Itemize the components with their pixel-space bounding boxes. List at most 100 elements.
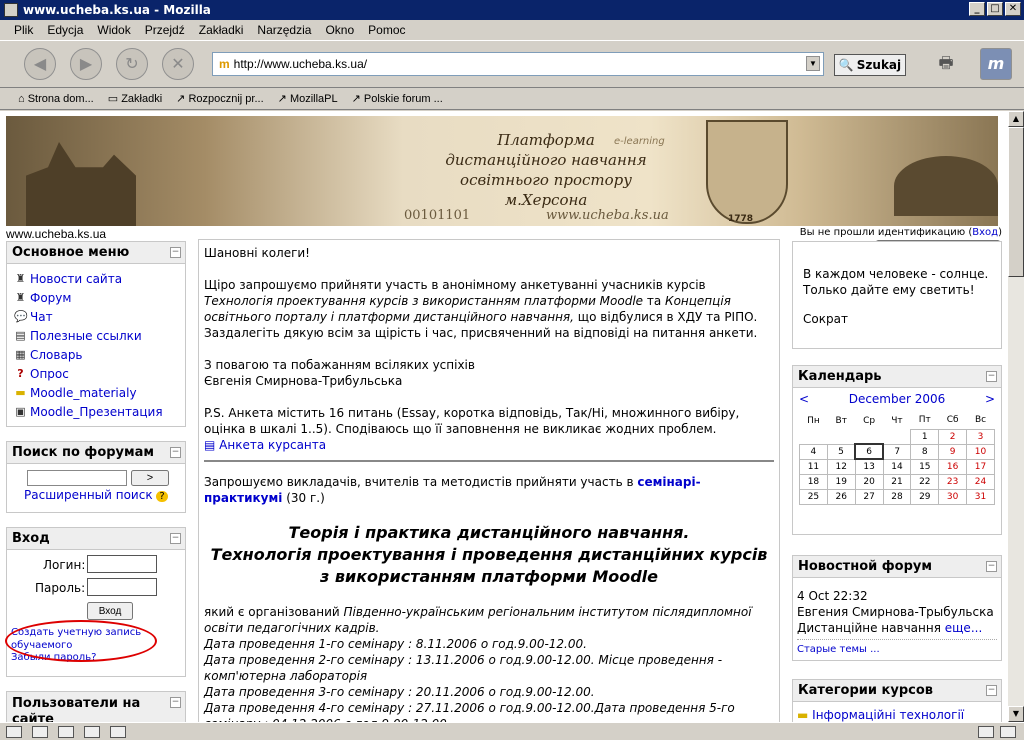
calendar-day[interactable]: 18 bbox=[799, 473, 828, 490]
bookmark-forum[interactable]: ↗ Polskie forum ... bbox=[352, 92, 443, 105]
calendar-day[interactable]: 2 bbox=[938, 428, 968, 445]
menu-item-glossary[interactable]: ▦ Словарь bbox=[7, 345, 185, 364]
collapse-icon[interactable]: − bbox=[986, 685, 997, 696]
search-icon: 🔍 bbox=[838, 58, 854, 72]
collapse-icon[interactable]: − bbox=[986, 371, 997, 382]
minimize-button[interactable]: _ bbox=[969, 2, 985, 16]
bookmark-home[interactable]: ⌂ Strona dom... bbox=[18, 93, 94, 105]
navigator-icon[interactable] bbox=[6, 725, 22, 738]
password-input[interactable] bbox=[87, 578, 157, 596]
calendar-day[interactable]: 5 bbox=[826, 443, 856, 460]
calendar-day[interactable]: 13 bbox=[854, 458, 884, 475]
calendar-day[interactable]: 14 bbox=[882, 458, 912, 475]
addressbook-icon[interactable] bbox=[110, 725, 126, 738]
back-icon[interactable]: ◀ bbox=[24, 48, 56, 80]
print-icon[interactable]: 🖶 bbox=[930, 48, 962, 80]
calendar-day[interactable]: 21 bbox=[882, 473, 912, 490]
older-topics-link[interactable]: Старые темы ... bbox=[797, 639, 997, 658]
calendar-day[interactable]: 19 bbox=[826, 473, 856, 490]
calendar-day[interactable]: 22 bbox=[910, 473, 940, 490]
forward-icon[interactable]: ▶ bbox=[70, 48, 102, 80]
collapse-icon[interactable]: − bbox=[170, 533, 181, 544]
search-button[interactable]: 🔍 Szukaj bbox=[834, 54, 906, 76]
composer-icon[interactable] bbox=[84, 725, 100, 738]
maximize-button[interactable]: □ bbox=[987, 2, 1003, 16]
password-label: Пароль: bbox=[35, 581, 86, 595]
menu-zakladki[interactable]: Zakładki bbox=[199, 23, 244, 37]
menu-narzedzia[interactable]: Narzędzia bbox=[257, 23, 311, 37]
url-bar[interactable]: m ▼ bbox=[212, 52, 824, 76]
close-button[interactable]: ✕ bbox=[1005, 2, 1021, 16]
calendar-day[interactable]: 23 bbox=[938, 473, 968, 490]
calendar-day[interactable]: 20 bbox=[854, 473, 884, 490]
calendar-day[interactable]: 26 bbox=[826, 488, 856, 505]
collapse-icon[interactable]: − bbox=[170, 697, 181, 708]
scroll-thumb[interactable] bbox=[1008, 127, 1024, 277]
forum-search-go-button[interactable]: > bbox=[131, 470, 169, 486]
url-dropdown-icon[interactable]: ▼ bbox=[806, 56, 820, 71]
collapse-icon[interactable]: − bbox=[170, 447, 181, 458]
calendar-day[interactable]: 3 bbox=[966, 428, 995, 445]
advanced-search-link[interactable]: Расширенный поиск ? bbox=[7, 486, 185, 502]
collapse-icon[interactable]: − bbox=[170, 247, 181, 258]
bookmark-start[interactable]: ↗ Rozpocznij pr... bbox=[176, 92, 263, 105]
course-category-item[interactable]: ▬ Інформаційні технології bbox=[793, 702, 1001, 722]
calendar-day[interactable]: 24 bbox=[966, 473, 995, 490]
bookmark-folder[interactable]: ▭ Zakładki bbox=[108, 92, 162, 105]
site-favicon-icon: m bbox=[219, 57, 230, 71]
calendar-day[interactable]: 25 bbox=[799, 488, 828, 505]
calendar-day[interactable]: 11 bbox=[799, 458, 828, 475]
prev-month-icon[interactable]: < bbox=[799, 392, 809, 406]
survey-link[interactable]: ▤ Анкета курсанта bbox=[204, 438, 326, 452]
menu-item-presentation[interactable]: ▣ Moodle_Презентация bbox=[7, 402, 185, 421]
menu-item-news[interactable]: ♜ Новости сайта bbox=[7, 269, 185, 288]
calendar-day[interactable]: 7 bbox=[882, 443, 912, 460]
menu-item-chat[interactable]: 💬 Чат bbox=[7, 307, 185, 326]
calendar-day[interactable]: 28 bbox=[882, 488, 912, 505]
stop-icon[interactable]: ✕ bbox=[162, 48, 194, 80]
chat-icon[interactable] bbox=[58, 725, 74, 738]
calendar-day[interactable]: 29 bbox=[910, 488, 940, 505]
calendar-day[interactable]: 4 bbox=[799, 443, 828, 460]
course-categories-block: Категории курсов − ▬ Інформаційні техноло… bbox=[792, 679, 1002, 722]
calendar-day[interactable]: 31 bbox=[966, 488, 995, 505]
reload-icon[interactable]: ↻ bbox=[116, 48, 148, 80]
calendar-day[interactable]: 30 bbox=[938, 488, 968, 505]
menu-item-forum[interactable]: ♜ Форум bbox=[7, 288, 185, 307]
forum-search-input[interactable] bbox=[27, 470, 127, 486]
calendar-day[interactable]: 1 bbox=[910, 428, 940, 445]
news-more-link[interactable]: еще... bbox=[945, 621, 983, 635]
scroll-up-icon[interactable]: ▲ bbox=[1008, 111, 1024, 127]
menu-item-materials[interactable]: ▬ Moodle_materialy bbox=[7, 383, 185, 402]
menu-przejdz[interactable]: Przejdź bbox=[145, 23, 185, 37]
menu-plik[interactable]: Plik bbox=[14, 23, 33, 37]
calendar-day[interactable]: 17 bbox=[966, 458, 995, 475]
calendar-day[interactable]: 27 bbox=[854, 488, 884, 505]
calendar-day[interactable]: 15 bbox=[910, 458, 940, 475]
url-input[interactable] bbox=[233, 57, 804, 71]
postscript: P.S. Анкета містить 16 питань (Essay, ко… bbox=[204, 406, 740, 452]
calendar-month[interactable]: December 2006 bbox=[849, 392, 946, 406]
calendar-day[interactable]: 9 bbox=[938, 443, 968, 460]
scroll-down-icon[interactable]: ▼ bbox=[1008, 706, 1024, 722]
calendar-day[interactable]: 6 bbox=[854, 443, 885, 460]
menu-widok[interactable]: Widok bbox=[97, 23, 130, 37]
calendar-day[interactable]: 8 bbox=[910, 443, 940, 460]
mail-icon[interactable] bbox=[32, 725, 48, 738]
calendar-day[interactable]: 10 bbox=[966, 443, 995, 460]
login-link[interactable]: Вход bbox=[972, 227, 998, 238]
next-month-icon[interactable]: > bbox=[985, 392, 995, 406]
menu-okno[interactable]: Okno bbox=[325, 23, 354, 37]
login-submit-button[interactable]: Вход bbox=[87, 602, 133, 620]
bookmark-mozillapl[interactable]: ↗ MozillaPL bbox=[278, 92, 338, 105]
menu-item-poll[interactable]: ? Опрос bbox=[7, 364, 185, 383]
vertical-scrollbar[interactable]: ▲ ▼ bbox=[1008, 111, 1024, 722]
calendar-day[interactable]: 16 bbox=[938, 458, 968, 475]
calendar-day[interactable]: 12 bbox=[826, 458, 856, 475]
menu-item-links[interactable]: ▤ Полезные ссылки bbox=[7, 326, 185, 345]
login-input[interactable] bbox=[87, 555, 157, 573]
menu-pomoc[interactable]: Pomoc bbox=[368, 23, 405, 37]
calendar-weekday: Пт bbox=[918, 415, 931, 426]
menu-edycja[interactable]: Edycja bbox=[47, 23, 83, 37]
collapse-icon[interactable]: − bbox=[986, 561, 997, 572]
